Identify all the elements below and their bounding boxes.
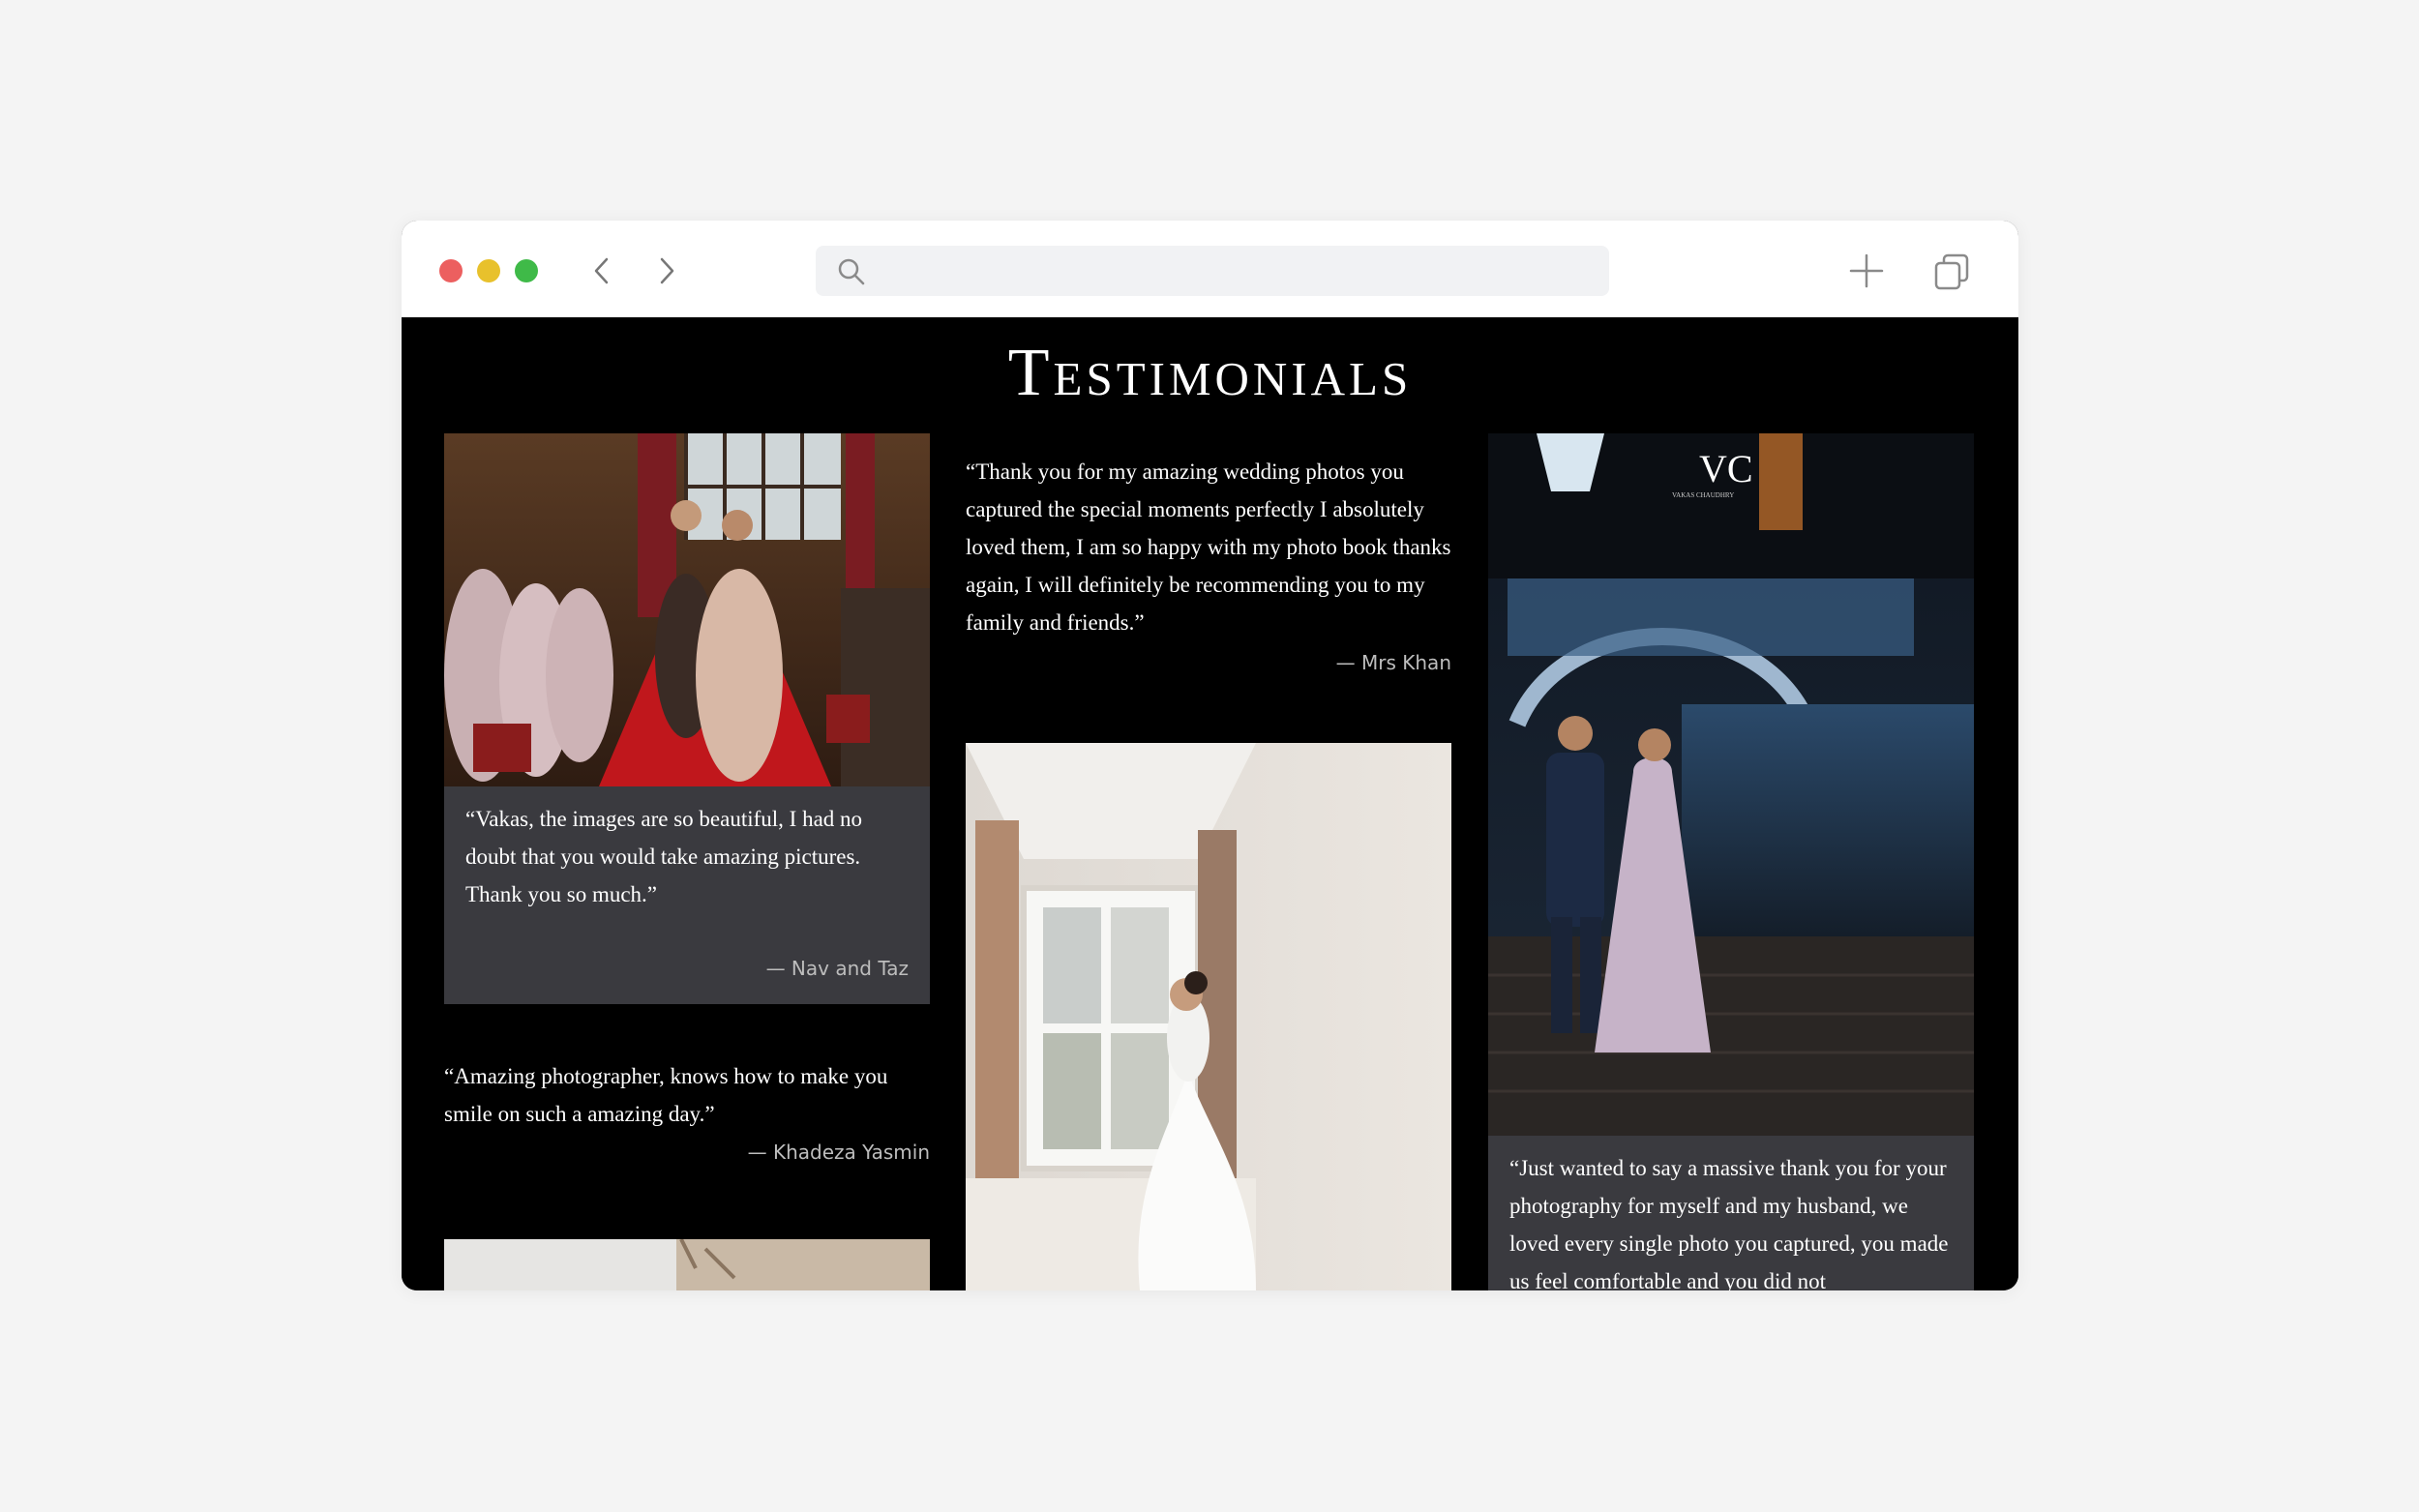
testimonial-quote: “Vakas, the images are so beautiful, I h… (465, 807, 863, 906)
testimonial-quote: “Thank you for my amazing wedding photos… (966, 460, 1451, 635)
testimonial-text-block: “Amazing photographer, knows how to make… (444, 1057, 930, 1164)
new-tab-button[interactable] (1848, 252, 1885, 289)
address-bar[interactable] (816, 246, 1609, 296)
watermark-logo: VC (1699, 447, 1753, 490)
tabs-icon (1934, 253, 1969, 290)
testimonial-card: “Just wanted to say a massive thank you … (1488, 1136, 1974, 1290)
back-button[interactable] (585, 253, 620, 288)
wedding-ceremony-photo[interactable] (444, 433, 930, 786)
testimonial-author: — Mrs Khan (1335, 651, 1451, 674)
testimonial-quote: “Just wanted to say a massive thank you … (1509, 1156, 1949, 1290)
bride-window-photo[interactable] (966, 743, 1451, 1290)
testimonial-quote: “Amazing photographer, knows how to make… (444, 1064, 888, 1126)
testimonial-card: “Vakas, the images are so beautiful, I h… (444, 786, 930, 1004)
chevron-right-icon (660, 257, 674, 284)
maximize-window-button[interactable] (515, 259, 538, 282)
browser-toolbar (402, 221, 2018, 317)
chevron-left-icon (594, 257, 609, 284)
tab-overview-button[interactable] (1932, 252, 1971, 291)
search-icon (837, 257, 866, 286)
page-title: Testimonials (1007, 336, 1413, 410)
minimize-window-button[interactable] (477, 259, 500, 282)
watermark-logo-subtext: VAKAS CHAUDHRY (1672, 491, 1734, 499)
close-window-button[interactable] (439, 259, 463, 282)
testimonial-text-block: “Thank you for my amazing wedding photos… (966, 453, 1451, 674)
plus-icon (1849, 253, 1884, 288)
testimonial-author: — Khadeza Yasmin (747, 1141, 930, 1164)
browser-window: Testimonials “Vakas, the images are so b… (402, 221, 2018, 1290)
page-content: Testimonials “Vakas, the images are so b… (402, 317, 2018, 1290)
testimonial-author: — Nav and Taz (765, 957, 909, 980)
outdoor-photo[interactable] (444, 1239, 930, 1290)
couple-canal-photo[interactable]: VC VAKAS CHAUDHRY (1488, 433, 1974, 1136)
forward-button[interactable] (648, 253, 683, 288)
